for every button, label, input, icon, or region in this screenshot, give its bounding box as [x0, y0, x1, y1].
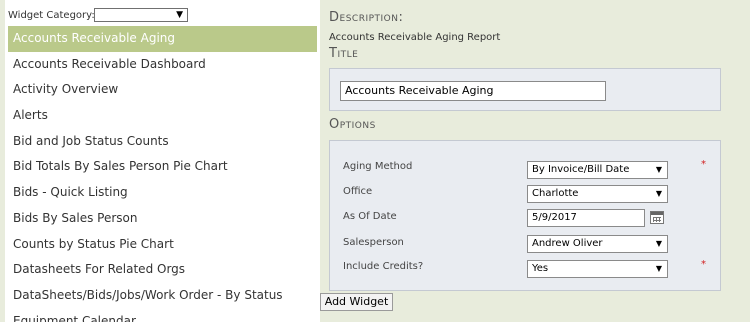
- office-label: Office: [343, 186, 373, 197]
- salesperson-label: Salesperson: [343, 237, 404, 248]
- widget-list-panel: Widget Category: ▼ Accounts Receivable A…: [5, 0, 320, 322]
- office-value: Charlotte: [532, 188, 579, 199]
- include-credits-label: Include Credits?: [343, 261, 424, 272]
- aging-method-value: By Invoice/Bill Date: [532, 164, 630, 175]
- include-credits-select[interactable]: Yes ▼: [527, 260, 668, 278]
- aging-method-select[interactable]: By Invoice/Bill Date ▼: [527, 161, 668, 179]
- aging-method-label: Aging Method: [343, 161, 413, 172]
- options-heading: Options: [329, 117, 376, 132]
- as-of-date-label: As Of Date: [343, 211, 397, 222]
- title-heading: Title: [329, 46, 359, 61]
- required-marker: *: [701, 259, 706, 270]
- widget-item-bids-quick-listing[interactable]: Bids - Quick Listing: [8, 180, 317, 206]
- office-select[interactable]: Charlotte ▼: [527, 185, 668, 203]
- salesperson-value: Andrew Oliver: [532, 238, 603, 249]
- widget-category-select[interactable]: ▼: [94, 8, 188, 22]
- widget-list: Accounts Receivable Aging Accounts Recei…: [8, 26, 317, 322]
- widget-item-accounts-receivable-dashboard[interactable]: Accounts Receivable Dashboard: [8, 52, 317, 78]
- widget-item-equipment-calendar[interactable]: Equipment Calendar: [8, 309, 317, 322]
- chevron-down-icon: ▼: [655, 239, 662, 248]
- chevron-down-icon: ▼: [655, 189, 662, 198]
- required-marker: *: [701, 159, 706, 170]
- widget-item-bids-by-sales-person[interactable]: Bids By Sales Person: [8, 206, 317, 232]
- chevron-down-icon: ▼: [655, 264, 662, 273]
- calendar-icon[interactable]: [650, 211, 664, 224]
- options-box: Aging Method By Invoice/Bill Date ▼ * Of…: [329, 140, 721, 291]
- widget-item-activity-overview[interactable]: Activity Overview: [8, 77, 317, 103]
- as-of-date-input[interactable]: 5/9/2017: [527, 209, 645, 227]
- chevron-down-icon: ▼: [655, 165, 662, 174]
- chevron-down-icon: ▼: [176, 10, 183, 20]
- title-input[interactable]: Accounts Receivable Aging: [340, 81, 606, 101]
- widget-item-bid-and-job-status-counts[interactable]: Bid and Job Status Counts: [8, 129, 317, 155]
- widget-category-label: Widget Category:: [8, 10, 95, 21]
- widget-item-datasheets-by-status[interactable]: DataSheets/Bids/Jobs/Work Order - By Sta…: [8, 283, 317, 309]
- widget-item-datasheets-for-related-orgs[interactable]: Datasheets For Related Orgs: [8, 257, 317, 283]
- description-text: Accounts Receivable Aging Report: [329, 32, 501, 43]
- widget-item-alerts[interactable]: Alerts: [8, 103, 317, 129]
- salesperson-select[interactable]: Andrew Oliver ▼: [527, 235, 668, 253]
- widget-item-bid-totals-by-sales-person[interactable]: Bid Totals By Sales Person Pie Chart: [8, 154, 317, 180]
- title-box: Accounts Receivable Aging: [329, 68, 721, 111]
- widget-item-counts-by-status-pie-chart[interactable]: Counts by Status Pie Chart: [8, 232, 317, 258]
- widget-item-accounts-receivable-aging[interactable]: Accounts Receivable Aging: [8, 26, 317, 52]
- add-widget-button[interactable]: Add Widget: [320, 293, 393, 311]
- widget-details-panel: Description: Accounts Receivable Aging R…: [329, 0, 750, 322]
- include-credits-value: Yes: [532, 263, 549, 274]
- description-heading: Description:: [329, 10, 404, 25]
